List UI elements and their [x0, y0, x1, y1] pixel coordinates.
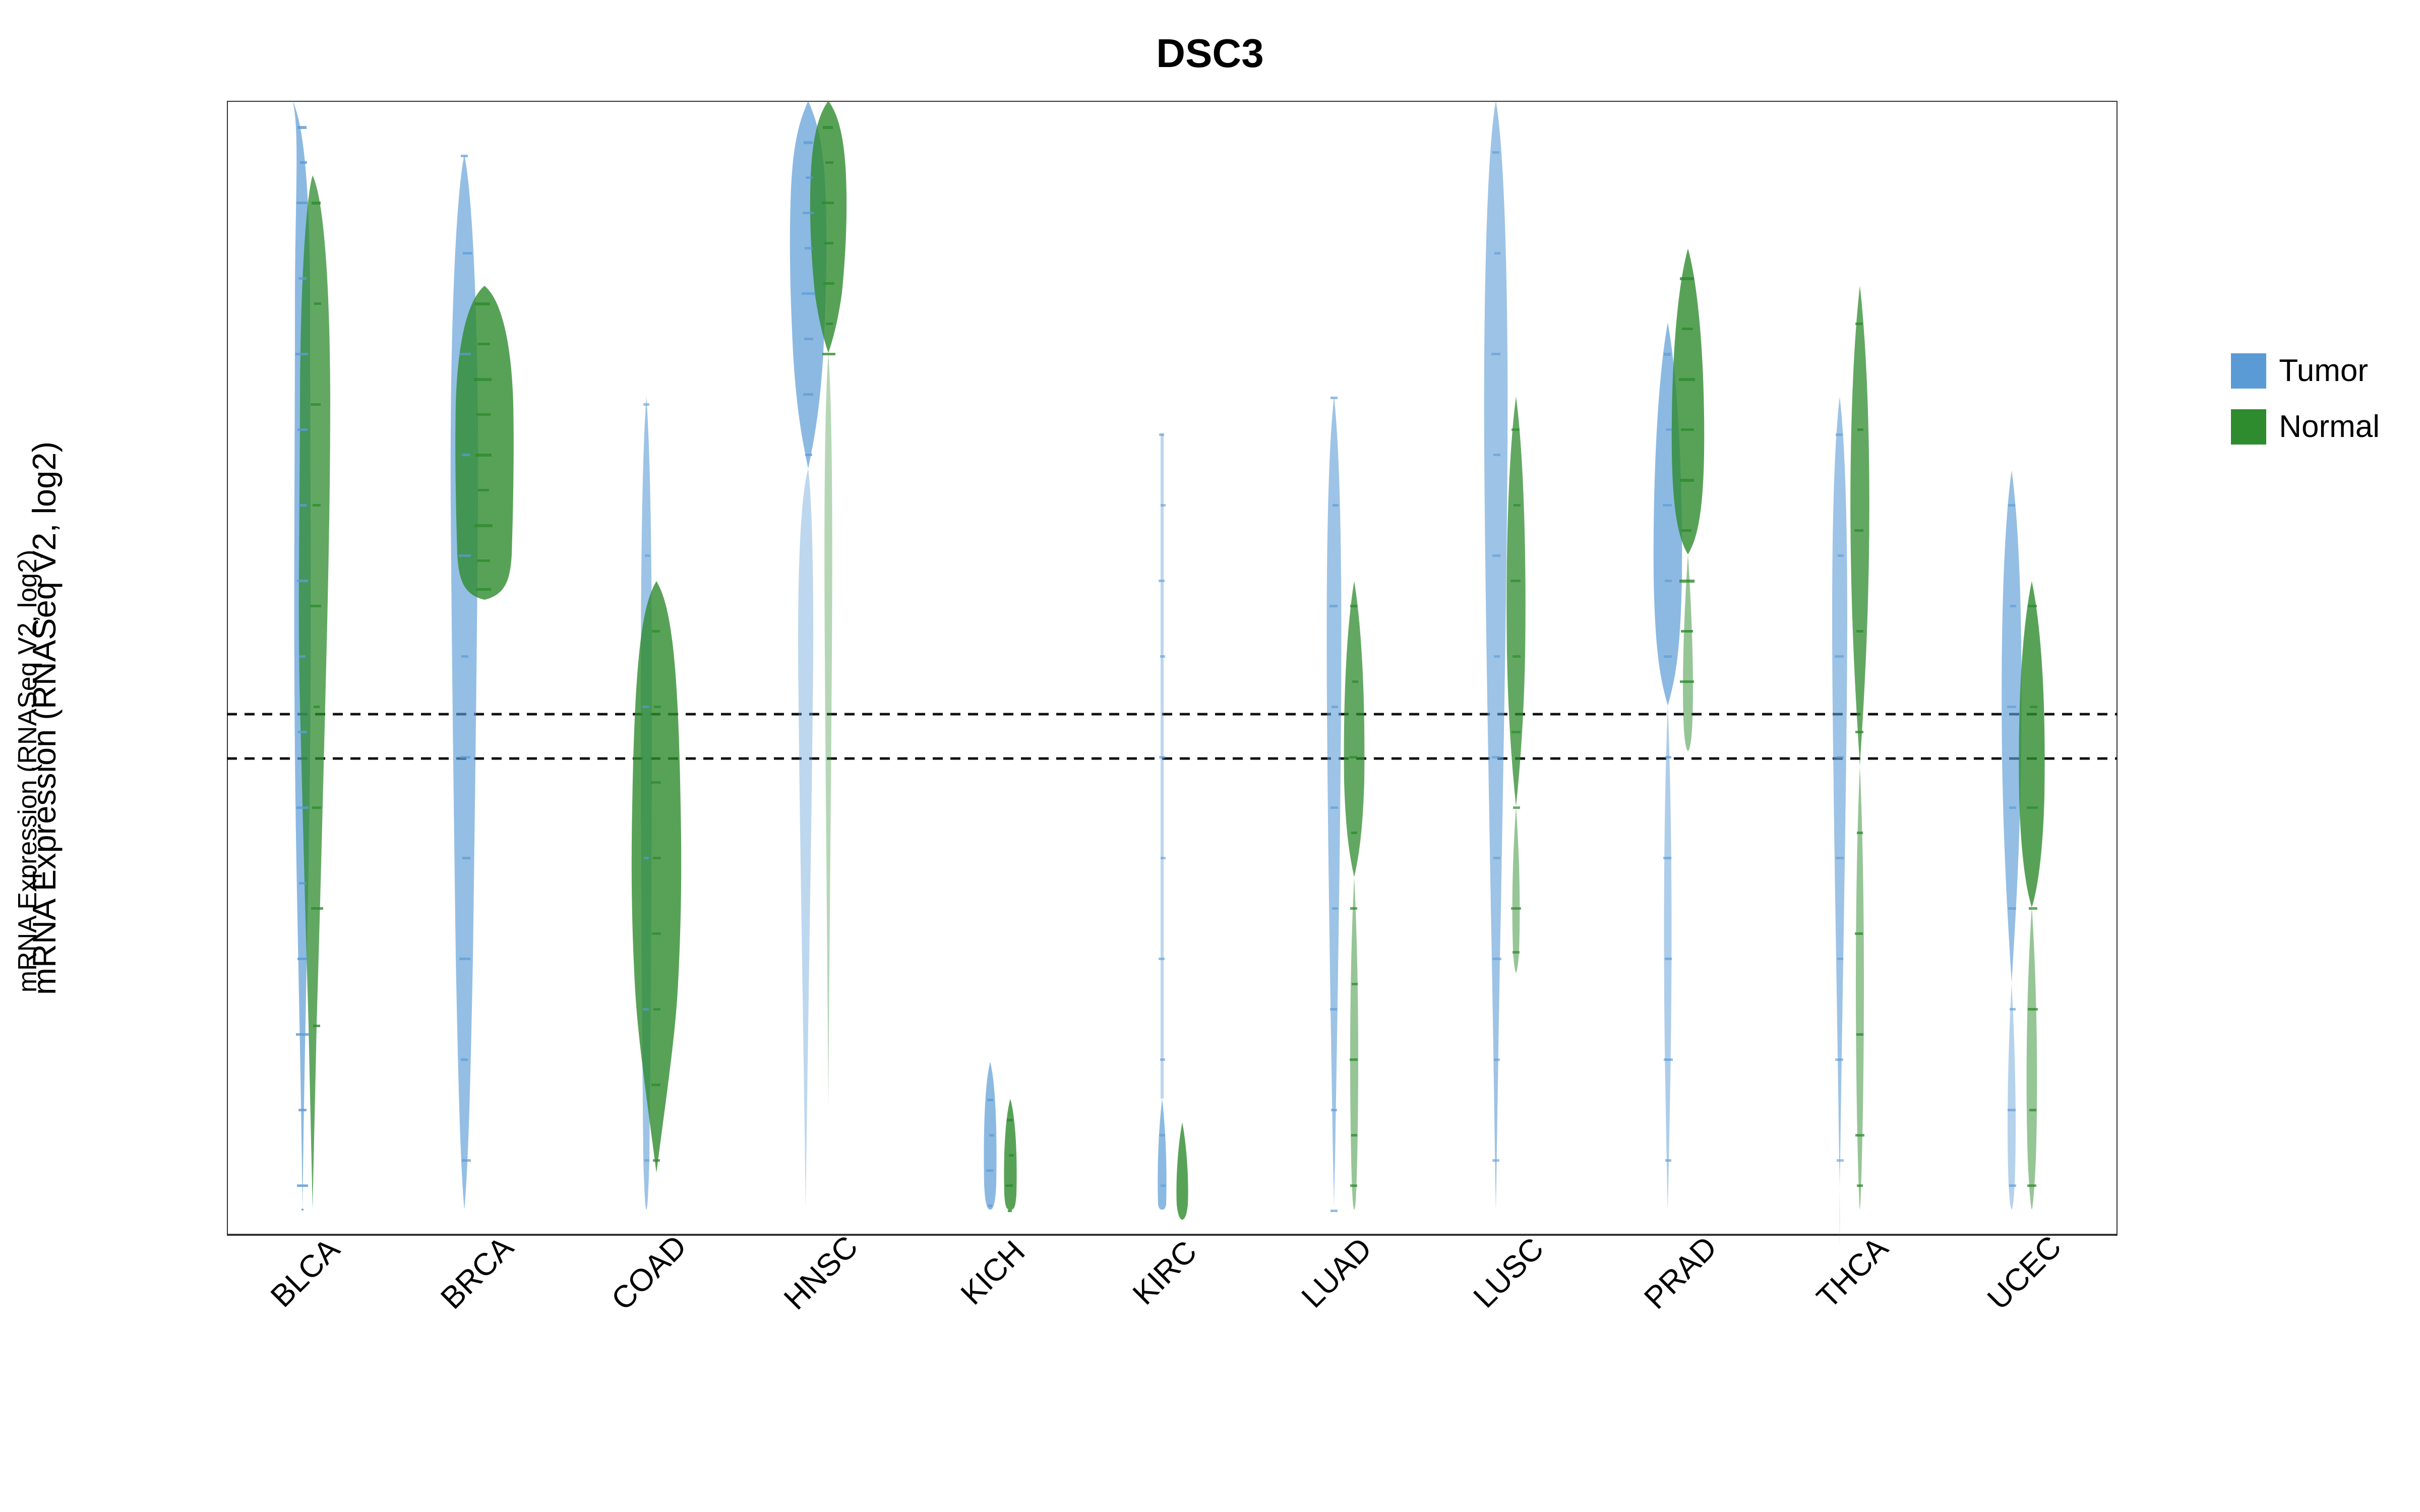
svg-text:KIRC: KIRC	[1126, 1234, 1204, 1312]
legend-item-normal: Normal	[2231, 409, 2380, 445]
svg-text:PRAD: PRAD	[1638, 1230, 1724, 1316]
svg-text:KICH: KICH	[954, 1234, 1032, 1312]
svg-text:COAD: COAD	[605, 1229, 693, 1317]
svg-text:UCEC: UCEC	[1981, 1229, 2068, 1316]
svg-text:THCA: THCA	[1810, 1230, 1895, 1315]
svg-text:BRCA: BRCA	[434, 1230, 520, 1316]
svg-text:LUAD: LUAD	[1295, 1231, 1379, 1315]
legend-color-normal	[2231, 409, 2266, 445]
svg-text:LUSC: LUSC	[1467, 1231, 1551, 1315]
legend-label-tumor: Tumor	[2279, 353, 2368, 389]
legend-color-tumor	[2231, 353, 2266, 389]
chart-svg: 0 5 10 15 BLCA	[227, 101, 2118, 1336]
chart-title: DSC3	[0, 30, 2420, 77]
violin-brca-normal	[455, 286, 514, 600]
chart-container: DSC3 mRNA Expression (RNASeq V2, log2) 0…	[0, 0, 2420, 1512]
svg-text:BLCA: BLCA	[264, 1231, 347, 1314]
legend-label-normal: Normal	[2279, 409, 2380, 445]
legend-item-tumor: Tumor	[2231, 353, 2380, 389]
legend: Tumor Normal	[2231, 353, 2380, 445]
y-axis-label: mRNA Expression (RNASeq V2, log2)	[26, 442, 63, 995]
svg-text:HNSC: HNSC	[777, 1229, 865, 1316]
